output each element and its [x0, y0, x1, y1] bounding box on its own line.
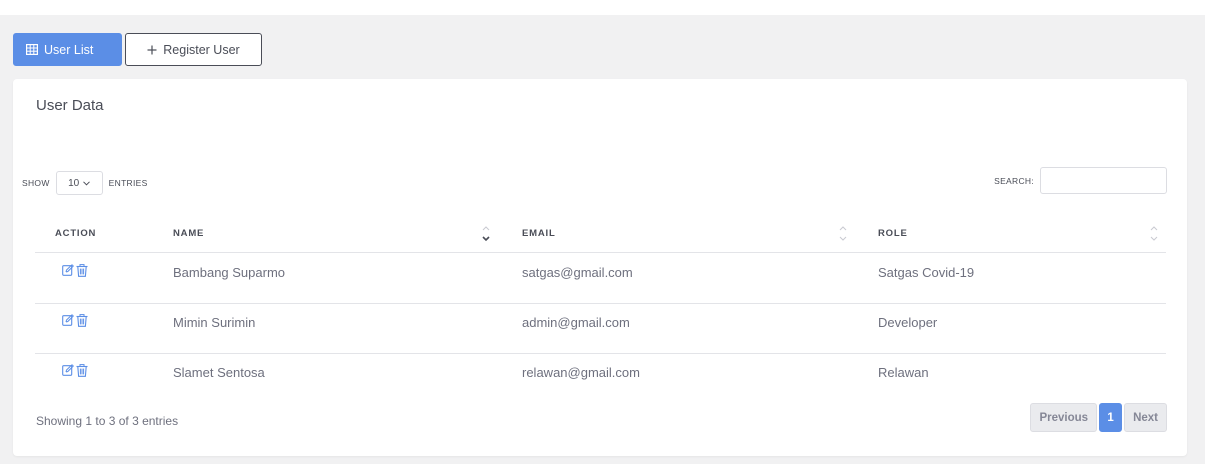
edit-icon[interactable] [62, 364, 74, 377]
search-label: SEARCH: [994, 175, 1034, 186]
entries-select[interactable]: 10 [55, 171, 103, 195]
edit-icon[interactable] [62, 314, 74, 327]
column-header-email[interactable]: EMAIL [522, 213, 556, 253]
sort-icon[interactable] [481, 222, 491, 244]
pagination: Previous 1 Next [1030, 403, 1167, 432]
search-input[interactable] [1040, 167, 1167, 194]
cell-role: Developer [878, 314, 938, 330]
tab-label: Register User [163, 42, 240, 57]
tab-user-list[interactable]: User List [13, 33, 122, 66]
table-row: Mimin Surimin admin@gmail.com Developer [35, 304, 1166, 354]
column-header-name[interactable]: NAME [173, 213, 204, 253]
column-header-action: ACTION [55, 227, 97, 239]
sort-icon[interactable] [1149, 222, 1159, 244]
search-control: SEARCH: [994, 167, 1167, 194]
trash-icon[interactable] [76, 364, 88, 377]
plus-icon [147, 45, 157, 55]
entries-label: ENTRIES [108, 178, 148, 188]
table-row: Slamet Sentosa relawan@gmail.com Relawan [35, 354, 1166, 404]
entries-select-value: 10 [68, 177, 80, 189]
row-actions [62, 314, 88, 327]
user-data-card: User Data SHOW 10 ENTRIES SEARCH: ACTION… [13, 79, 1187, 456]
next-page-button[interactable]: Next [1124, 403, 1167, 432]
tab-register-user[interactable]: Register User [125, 33, 262, 66]
table-row: Bambang Suparmo satgas@gmail.com Satgas … [35, 254, 1166, 304]
column-header-role[interactable]: ROLE [878, 213, 908, 253]
cell-email: admin@gmail.com [522, 314, 630, 330]
table-icon [26, 44, 38, 55]
edit-icon[interactable] [62, 264, 74, 277]
table-info: Showing 1 to 3 of 3 entries [36, 414, 179, 428]
trash-icon[interactable] [76, 264, 88, 277]
cell-name: Mimin Surimin [173, 314, 256, 330]
chevron-down-icon [83, 178, 91, 189]
tab-label: User List [44, 42, 94, 57]
cell-role: Relawan [878, 364, 929, 380]
row-actions [62, 264, 88, 277]
trash-icon[interactable] [76, 314, 88, 327]
card-title: User Data [36, 97, 104, 114]
cell-email: relawan@gmail.com [522, 364, 640, 380]
entries-length-control: SHOW 10 ENTRIES [22, 171, 148, 195]
show-label: SHOW [22, 178, 50, 188]
cell-name: Bambang Suparmo [173, 264, 286, 280]
cell-name: Slamet Sentosa [173, 364, 265, 380]
row-actions [62, 364, 88, 377]
cell-role: Satgas Covid-19 [878, 264, 975, 280]
cell-email: satgas@gmail.com [522, 264, 633, 280]
previous-page-button[interactable]: Previous [1030, 403, 1098, 432]
table-header: ACTION NAME EMAIL ROLE [35, 213, 1166, 253]
tab-bar: User List Register User [13, 33, 262, 66]
page-button-1[interactable]: 1 [1099, 403, 1123, 432]
sort-icon[interactable] [838, 222, 848, 244]
